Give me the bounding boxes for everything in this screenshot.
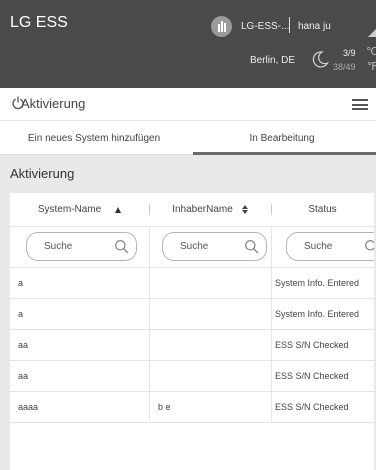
cell-owner-name: [149, 361, 271, 391]
weather-location: Berlin, DE: [250, 55, 296, 66]
search-placeholder: Suche: [180, 241, 209, 252]
cell-owner-name: b e: [149, 392, 271, 422]
tab-add-new-system[interactable]: Ein neues System hinzufügen: [0, 121, 188, 155]
hamburger-menu-icon[interactable]: [352, 99, 368, 110]
header-divider: [289, 17, 290, 33]
app-header: LG ESS LG-ESS-... hana ju Berlin, DE 3/9…: [0, 0, 376, 88]
column-header-status[interactable]: Status: [271, 193, 374, 226]
search-placeholder: Suche: [304, 241, 333, 252]
cell-system-name: aa: [18, 371, 29, 381]
search-icon[interactable]: [364, 239, 374, 254]
column-label: InhaberName: [172, 204, 233, 215]
activation-table: System-Name InhaberName Status Suche Suc: [10, 193, 374, 470]
cell-status: System Info. Entered: [271, 268, 374, 298]
temperature-fahrenheit: 38/49: [333, 62, 356, 72]
tab-bar: Ein neues System hinzufügen In Bearbeitu…: [0, 121, 376, 155]
cell-status: ESS S/N Checked: [271, 361, 374, 391]
cell-status: ESS S/N Checked: [271, 392, 374, 422]
search-input-owner-name[interactable]: Suche: [162, 232, 267, 261]
system-name[interactable]: LG-ESS-...: [241, 21, 289, 32]
search-icon[interactable]: [244, 239, 259, 254]
search-placeholder: Suche: [44, 241, 73, 252]
filter-cell-system-name: Suche: [10, 227, 149, 267]
cell-status: System Info. Entered: [271, 299, 374, 329]
table-row[interactable]: aa ESS S/N Checked: [10, 361, 374, 392]
cell-system-name: aa: [18, 340, 29, 350]
corner-triangle-icon: [368, 29, 376, 37]
user-name[interactable]: hana ju: [298, 21, 331, 32]
table-row[interactable]: a System Info. Entered: [10, 268, 374, 299]
cell-owner-name: [149, 299, 271, 329]
fahrenheit-unit: ℉: [367, 61, 376, 73]
search-input-system-name[interactable]: Suche: [26, 232, 137, 261]
cell-system-name: a: [18, 309, 24, 319]
search-icon[interactable]: [114, 239, 129, 254]
cell-status: ESS S/N Checked: [271, 330, 374, 360]
cell-system-name: a: [18, 278, 24, 288]
cell-owner-name: [149, 330, 271, 360]
celsius-unit: ℃: [366, 46, 376, 58]
section-title: Aktivierung: [10, 166, 75, 181]
column-header-system-name[interactable]: System-Name: [10, 193, 149, 226]
page-title: Aktivierung: [21, 96, 86, 111]
table-row[interactable]: aaaa b e ESS S/N Checked: [10, 392, 374, 423]
cell-system-name: aaaa: [18, 402, 39, 412]
column-label: System-Name: [37, 204, 102, 215]
filter-cell-status: Suche: [271, 227, 374, 267]
table-row[interactable]: a System Info. Entered: [10, 299, 374, 330]
column-label: Status: [308, 204, 337, 215]
table-header: System-Name InhaberName Status: [10, 193, 374, 227]
brand-logo[interactable]: LG ESS: [10, 14, 68, 32]
moon-icon: [312, 51, 329, 68]
page-titlebar: Aktivierung: [0, 88, 376, 121]
sort-icon[interactable]: [241, 205, 248, 214]
tab-in-progress[interactable]: In Bearbeitung: [188, 121, 376, 155]
filter-row: Suche Suche Suche: [10, 227, 374, 268]
active-tab-indicator: [193, 152, 376, 155]
cell-owner-name: [149, 268, 271, 298]
column-header-owner-name[interactable]: InhaberName: [149, 193, 271, 226]
temperature-celsius: 3/9: [343, 48, 356, 58]
filter-cell-owner-name: Suche: [149, 227, 272, 267]
table-row[interactable]: aa ESS S/N Checked: [10, 330, 374, 361]
building-icon[interactable]: [211, 16, 232, 37]
search-input-status[interactable]: Suche: [286, 232, 374, 261]
sort-ascending-icon[interactable]: [115, 206, 122, 213]
